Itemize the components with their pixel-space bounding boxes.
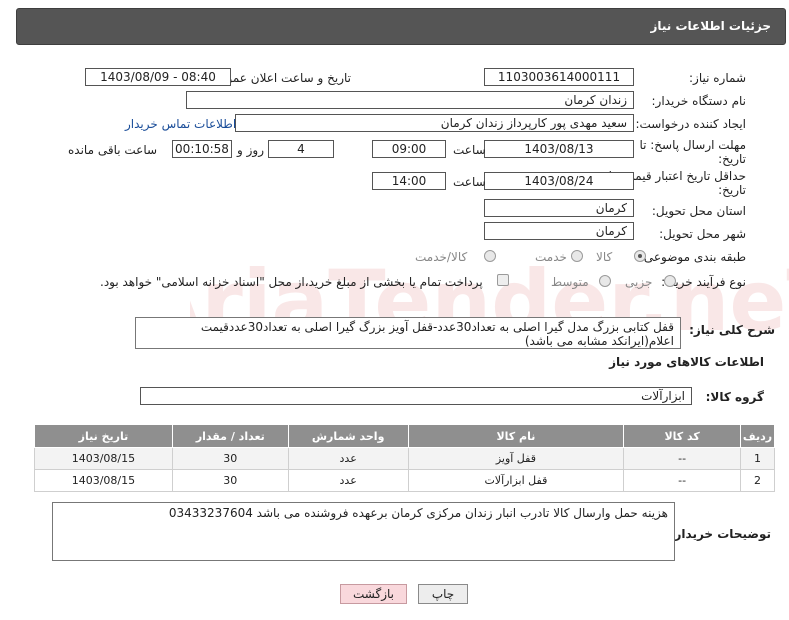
col-name-header: نام کالا (407, 424, 625, 448)
table-header-row: ردیف کد کالا نام کالا واحد شمارش تعداد /… (34, 424, 775, 448)
price-validity-label-2: تاریخ: (718, 183, 746, 197)
item-date: 1403/08/15 (34, 447, 173, 470)
item-code: -- (623, 469, 742, 492)
payment-note: پرداخت تمام یا بخشی از مبلغ خرید،از محل … (100, 275, 483, 289)
province-field: کرمان (484, 199, 634, 217)
category-option-service: خدمت (535, 250, 567, 264)
table-row: 1 -- قفل آویز عدد 30 1403/08/15 (34, 447, 775, 470)
day-and-label: روز و (237, 143, 264, 157)
page-title: جزئیات اطلاعات نیاز (650, 19, 771, 33)
validity-time-field: 14:00 (372, 172, 446, 190)
print-button[interactable]: چاپ (418, 584, 468, 604)
col-unit-header: واحد شمارش (287, 424, 409, 448)
reply-deadline-label: مهلت ارسال پاسخ: تا (639, 138, 746, 152)
item-name: قفل آویز (407, 447, 625, 470)
category-option-goods-service: کالا/خدمت (415, 250, 468, 264)
col-code-header: کد کالا (623, 424, 742, 448)
item-qty: 30 (171, 447, 289, 470)
buyer-notes-box: هزینه حمل وارسال کالا تادرب انبار زندان … (52, 502, 675, 561)
col-row-header: ردیف (740, 424, 775, 448)
city-field: کرمان (484, 222, 634, 240)
purchase-radio-medium[interactable] (599, 275, 611, 287)
time-remaining-label: ساعت باقی مانده (68, 143, 158, 157)
goods-group-field: ابزارآلات (140, 387, 692, 405)
purchase-radio-minor[interactable] (664, 275, 676, 287)
item-qty: 30 (171, 469, 289, 492)
goods-info-title: اطلاعات کالاهای مورد نیاز (609, 355, 764, 369)
requester-field: سعید مهدی پور کارپرداز زندان کرمان (235, 114, 634, 132)
item-date: 1403/08/15 (34, 469, 173, 492)
reply-days-field: 4 (268, 140, 334, 158)
purchase-option-medium: متوسط (551, 275, 589, 289)
buyer-notes-label: توضیحات خریدار: (669, 527, 771, 541)
validity-time-label: ساعت (453, 175, 486, 189)
delivery-city-label: شهر محل تحویل: (659, 227, 746, 241)
col-date-header: تاریخ نیاز (34, 424, 173, 448)
row-number: 1 (740, 447, 775, 470)
item-code: -- (623, 447, 742, 470)
page-header: جزئیات اطلاعات نیاز (16, 8, 786, 45)
buyer-org-field: زندان کرمان (186, 91, 634, 109)
validity-date-field: 1403/08/24 (484, 172, 634, 190)
category-radio-goods-service[interactable] (484, 250, 496, 262)
buyer-org-label: نام دستگاه خریدار: (651, 94, 747, 108)
reply-time-field: 09:00 (372, 140, 446, 158)
need-number-field: 1103003614000111 (484, 68, 634, 86)
need-description-box: قفل کتابی بزرگ مدل گیرا اصلی به تعداد30ع… (135, 317, 681, 349)
category-option-goods: کالا (596, 250, 613, 264)
purchase-option-minor: جزیی (625, 275, 653, 289)
item-unit: عدد (287, 469, 409, 492)
reply-deadline-label-2: تاریخ: (718, 152, 746, 166)
reply-date-field: 1403/08/13 (484, 140, 634, 158)
col-qty-header: تعداد / مقدار (171, 424, 289, 448)
category-radio-goods[interactable] (634, 250, 646, 262)
goods-table: ردیف کد کالا نام کالا واحد شمارش تعداد /… (34, 424, 775, 492)
need-desc-label: شرح کلی نیاز: (689, 323, 775, 337)
goods-group-label: گروه کالا: (705, 390, 764, 404)
category-label: طبقه بندی موضوعی: (639, 250, 746, 264)
category-radio-service[interactable] (571, 250, 583, 262)
announce-datetime-field: 1403/08/09 - 08:40 (85, 68, 231, 86)
need-number-label: شماره نیاز: (689, 71, 746, 85)
reply-time-label: ساعت (453, 143, 486, 157)
treasury-checkbox[interactable] (497, 274, 509, 286)
delivery-province-label: استان محل تحویل: (651, 204, 746, 218)
row-number: 2 (740, 469, 775, 492)
table-row: 2 -- قفل ابزارآلات عدد 30 1403/08/15 (34, 469, 775, 492)
requester-label: ایجاد کننده درخواست: (635, 117, 746, 131)
buyer-contact-link[interactable]: اطلاعات تماس خریدار (125, 117, 236, 131)
remaining-time-field: 00:10:58 (172, 140, 232, 158)
back-button[interactable]: بازگشت (340, 584, 407, 604)
item-unit: عدد (287, 447, 409, 470)
item-name: قفل ابزارآلات (407, 469, 625, 492)
